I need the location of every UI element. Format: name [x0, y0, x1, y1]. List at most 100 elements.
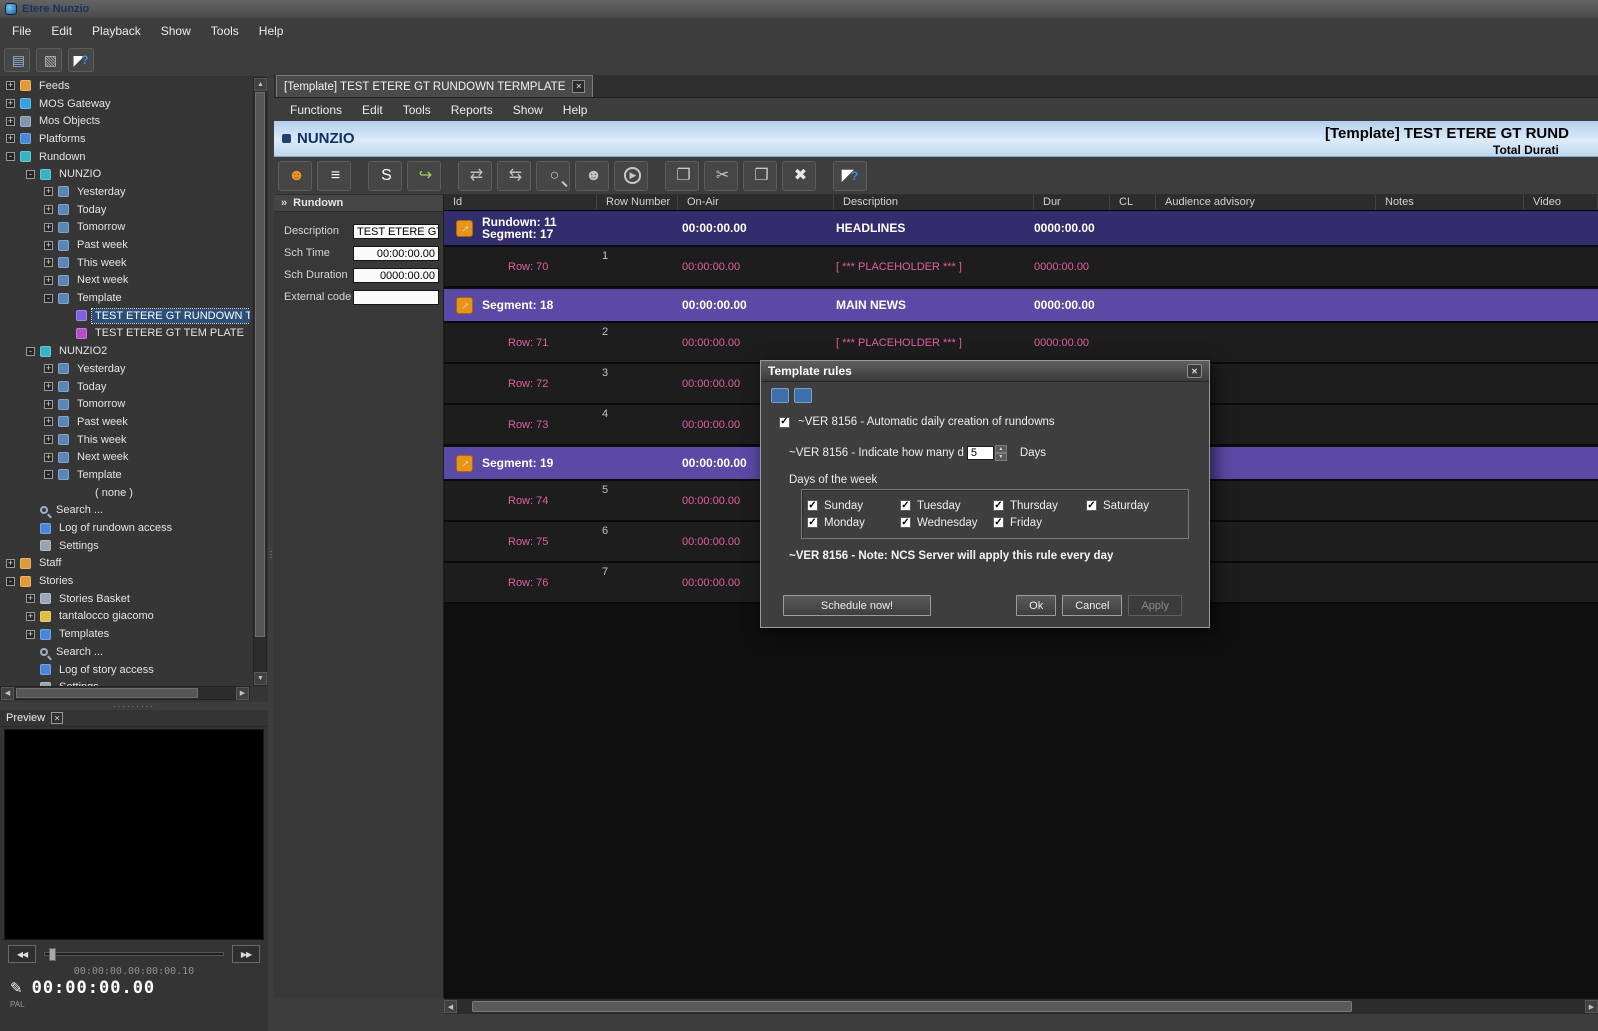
expander-icon[interactable]: + [6, 81, 15, 90]
schedule-now-button[interactable]: Schedule now! [783, 595, 931, 616]
tree-item[interactable]: - NUNZIO [0, 165, 250, 183]
weekly-rule-icon[interactable] [794, 388, 812, 403]
contact-icon[interactable]: ☻ [278, 161, 312, 191]
scroll-thumb[interactable] [255, 92, 265, 637]
day-option[interactable]: Thursday [993, 497, 1086, 514]
ok-button[interactable]: Ok [1016, 595, 1056, 616]
dialog-titlebar[interactable]: Template rules [761, 361, 1209, 382]
swap-icon[interactable]: ⇆ [497, 161, 531, 191]
tree-item[interactable]: Log of rundown access [0, 519, 250, 537]
tree-item[interactable]: + Stories Basket [0, 590, 250, 608]
column-header[interactable]: Id [444, 195, 597, 210]
panel-header[interactable]: Rundown [274, 195, 443, 212]
expander-icon[interactable]: + [44, 205, 53, 214]
tree-item[interactable]: + Next week [0, 448, 250, 466]
expander-icon[interactable]: + [6, 117, 15, 126]
day-checkbox[interactable] [900, 517, 911, 528]
scroll-left-icon[interactable]: ◀ [444, 1000, 457, 1013]
tree-item[interactable]: + Tomorrow [0, 219, 250, 237]
tree-item[interactable]: - Template [0, 289, 250, 307]
rundown-template-tab[interactable]: [Template] TEST ETERE GT RUNDOWN TERMPLA… [276, 75, 593, 97]
help-cursor-icon[interactable]: ◤? [833, 161, 867, 191]
column-header[interactable]: On-Air [678, 195, 834, 210]
expander-icon[interactable]: + [44, 258, 53, 267]
day-checkbox[interactable] [900, 500, 911, 511]
day-option[interactable]: Friday [993, 514, 1086, 531]
open-icon[interactable]: ▧ [36, 48, 62, 72]
menu-item[interactable]: Tools [393, 97, 441, 123]
copy-icon[interactable]: ❐ [665, 161, 699, 191]
spin-down-icon[interactable]: ▼ [995, 453, 1007, 461]
menu-item[interactable]: Edit [41, 18, 82, 44]
tree-item[interactable]: + Past week [0, 236, 250, 254]
column-header[interactable]: Description [834, 195, 1034, 210]
expander-icon[interactable]: + [44, 187, 53, 196]
tree-item[interactable]: + Tomorrow [0, 395, 250, 413]
tree-item[interactable]: + Yesterday [0, 360, 250, 378]
cut-icon[interactable]: ✂ [704, 161, 738, 191]
scroll-left-icon[interactable]: ◀ [1, 687, 14, 700]
day-checkbox[interactable] [993, 500, 1004, 511]
expander-icon[interactable]: + [6, 559, 15, 568]
auto-create-checkbox[interactable] [779, 417, 790, 428]
scroll-thumb[interactable] [472, 1001, 1352, 1012]
dialog-close-icon[interactable] [1187, 364, 1202, 378]
expander-icon[interactable]: + [44, 223, 53, 232]
expander-icon[interactable]: + [44, 417, 53, 426]
tree-item[interactable]: - NUNZIO2 [0, 342, 250, 360]
tree-item[interactable]: - Stories [0, 572, 250, 590]
column-header[interactable]: Notes [1376, 195, 1524, 210]
expander-icon[interactable]: + [6, 99, 15, 108]
day-checkbox[interactable] [807, 500, 818, 511]
day-checkbox[interactable] [993, 517, 1004, 528]
column-header[interactable]: Audience advisory [1156, 195, 1376, 210]
expander-icon[interactable]: - [6, 152, 15, 161]
menu-item[interactable]: Show [151, 18, 201, 44]
menu-item[interactable]: Functions [280, 97, 352, 123]
menu-item[interactable]: Edit [352, 97, 393, 123]
scroll-right-icon[interactable]: ▶ [236, 687, 249, 700]
expander-icon[interactable]: - [26, 347, 35, 356]
titlebar[interactable]: Etere Nunzio [0, 0, 1598, 18]
tree-item[interactable]: + Feeds [0, 77, 250, 95]
tree-item[interactable]: TEST ETERE GT TEM PLATE [0, 325, 250, 343]
expander-icon[interactable]: - [26, 170, 35, 179]
tree-item[interactable]: Search ... [0, 643, 250, 661]
tab-close-icon[interactable] [572, 80, 585, 93]
day-option[interactable]: Saturday [1086, 497, 1179, 514]
field-input[interactable]: 0000:00.00 [353, 268, 439, 283]
search-icon[interactable]: ○ [536, 161, 570, 191]
tree-item[interactable]: TEST ETERE GT RUNDOWN TERM [0, 307, 250, 325]
tree-item[interactable]: + tantalocco giacomo [0, 608, 250, 626]
mos-icon[interactable]: S [368, 161, 402, 191]
rundown-list-icon[interactable]: ≡ [317, 161, 351, 191]
sidebar-hscrollbar[interactable]: ◀ ▶ [0, 686, 250, 700]
expander-icon[interactable]: + [26, 594, 35, 603]
help-cursor-icon[interactable]: ◤? [68, 48, 94, 72]
day-option[interactable]: Sunday [807, 497, 900, 514]
expander-icon[interactable]: + [44, 241, 53, 250]
export-icon[interactable]: ↪ [407, 161, 441, 191]
column-header[interactable]: Video [1524, 195, 1598, 210]
tree-item[interactable]: - Template [0, 466, 250, 484]
tree-item[interactable]: + Today [0, 378, 250, 396]
play-icon[interactable]: ▶ [614, 161, 648, 191]
tree-item[interactable]: + Yesterday [0, 183, 250, 201]
tree-item[interactable]: + Platforms [0, 130, 250, 148]
expander-icon[interactable]: + [26, 612, 35, 621]
tree-item[interactable]: + MOS Gateway [0, 95, 250, 113]
menu-item[interactable]: Show [503, 97, 553, 123]
column-header[interactable]: Dur [1034, 195, 1110, 210]
tree-item[interactable]: Settings [0, 678, 250, 686]
expander-icon[interactable]: + [44, 276, 53, 285]
tree-item[interactable]: + This week [0, 254, 250, 272]
day-checkbox[interactable] [1086, 500, 1097, 511]
tree-item[interactable]: Search ... [0, 502, 250, 520]
tree-item[interactable]: ( none ) [0, 484, 250, 502]
table-row[interactable]: Row: 70 1 00:00:00.00 [ *** PLACEHOLDER … [444, 247, 1598, 288]
scroll-down-icon[interactable]: ▼ [254, 672, 267, 685]
table-row[interactable]: Row: 71 2 00:00:00.00 [ *** PLACEHOLDER … [444, 323, 1598, 364]
day-checkbox[interactable] [807, 517, 818, 528]
tree-item[interactable]: Settings [0, 537, 250, 555]
scroll-up-icon[interactable]: ▲ [254, 78, 267, 91]
